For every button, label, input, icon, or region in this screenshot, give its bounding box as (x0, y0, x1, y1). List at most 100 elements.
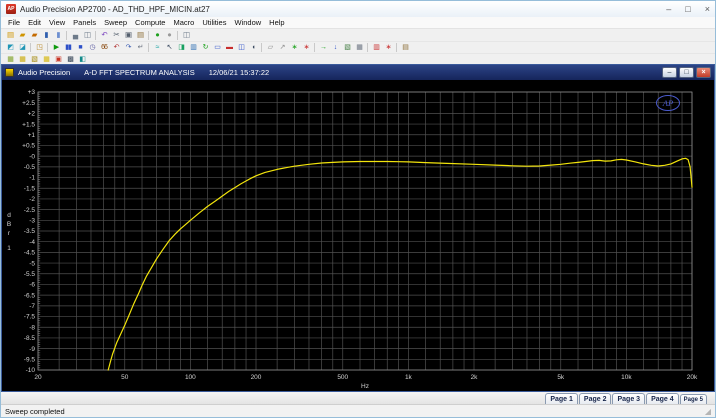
toolbar-row-2: ◩◪◳▶▮▮■◷66↶↷↵≈↖◨▥↻▭▬◫◖▱↗∗∗→↓▧▦▥∗▤ (1, 42, 715, 54)
settling-icon[interactable]: 66 (98, 43, 110, 53)
cursor-panel-icon[interactable]: ↖ (163, 43, 175, 53)
menu-edit[interactable]: Edit (24, 18, 45, 27)
sweep-stop-icon[interactable]: ■ (74, 43, 86, 53)
page-tab-page-4[interactable]: Page 4 (646, 393, 679, 404)
sweep-timer-icon[interactable]: ◷ (86, 43, 98, 53)
svg-text:2k: 2k (471, 374, 479, 381)
menu-macro[interactable]: Macro (169, 18, 198, 27)
svg-text:50: 50 (121, 374, 129, 381)
sweep-pause-icon[interactable]: ▮▮ (62, 43, 74, 53)
menu-utilities[interactable]: Utilities (198, 18, 230, 27)
menu-help[interactable]: Help (265, 18, 288, 27)
new-test-icon[interactable]: ▤ (4, 30, 16, 41)
sweep-page-panel-icon[interactable]: ▦ (4, 55, 16, 64)
undo-icon[interactable]: ↶ (98, 30, 110, 41)
chart-minimize-button[interactable]: – (662, 67, 677, 78)
graph-window-icon (5, 68, 14, 77)
sweep-start-icon[interactable]: ▶ (50, 43, 62, 53)
graph-panel-icon[interactable]: ▧ (341, 43, 353, 53)
menu-window[interactable]: Window (230, 18, 265, 27)
bargraph-yellow-panel-icon[interactable]: ▦ (16, 55, 28, 64)
menu-sweep[interactable]: Sweep (100, 18, 131, 27)
open-test-icon[interactable]: ▰ (16, 30, 28, 41)
chart-title-bar[interactable]: Audio Precision A-D FFT SPECTRUM ANALYSI… (2, 65, 714, 80)
svg-text:+2: +2 (28, 111, 36, 118)
toolbar-separator (66, 31, 67, 40)
chart-window: Audio Precision A-D FFT SPECTRUM ANALYSI… (1, 64, 715, 392)
regulation-icon[interactable]: ↶ (110, 43, 122, 53)
copy-icon[interactable]: ▣ (122, 30, 134, 41)
app-window: AP Audio Precision AP2700 - AD_THD_HPF_M… (0, 0, 716, 418)
close-button[interactable]: × (705, 5, 710, 14)
bargraph-panel-icon[interactable]: ▥ (370, 43, 382, 53)
mini-cursor-icon[interactable]: ↗ (276, 43, 288, 53)
status-bar: Sweep completed ◢ (1, 404, 715, 417)
data-editor-panel-icon[interactable]: ▧ (28, 55, 40, 64)
plot-area: +3+2.5+2+1.5+1+0.5-0-0.5-1-1.5-2-2.5-3-3… (2, 80, 714, 391)
marker-delete-icon[interactable]: ∗ (300, 43, 312, 53)
svg-text:+2.5: +2.5 (22, 100, 35, 107)
window-layout-icon[interactable]: ▦ (353, 43, 365, 53)
go-to-icon[interactable]: → (317, 43, 329, 53)
append-data-icon[interactable]: ↓ (329, 43, 341, 53)
analog-out-panel-icon[interactable]: ▬ (223, 43, 235, 53)
append-test-icon[interactable]: ▰ (28, 30, 40, 41)
toolbar-separator (314, 43, 315, 52)
svg-text:1: 1 (7, 245, 11, 252)
svg-text:1k: 1k (405, 374, 413, 381)
repeat-icon[interactable]: ↷ (122, 43, 134, 53)
save-test-icon[interactable]: ▮ (40, 30, 52, 41)
resize-grip[interactable]: ◢ (705, 407, 711, 416)
svg-text:+1: +1 (28, 132, 36, 139)
mini-scope-icon[interactable]: ▱ (264, 43, 276, 53)
svg-text:-5.5: -5.5 (24, 271, 36, 278)
svg-text:10k: 10k (621, 374, 632, 381)
print-preview-icon[interactable]: ◫ (81, 30, 93, 41)
digital-io-panel-icon[interactable]: ▭ (211, 43, 223, 53)
page-tab-page-1[interactable]: Page 1 (545, 393, 578, 404)
offline-icon[interactable]: ● (163, 30, 175, 41)
monitor-speaker-icon[interactable]: ◖ (247, 43, 259, 53)
svg-text:d: d (7, 212, 11, 219)
mdi-area: Audio Precision A-D FFT SPECTRUM ANALYSI… (1, 64, 715, 404)
status-text: Sweep completed (5, 407, 65, 416)
online-icon[interactable]: ● (151, 30, 163, 41)
minimize-button[interactable]: – (666, 5, 671, 14)
bargraph2-panel-icon[interactable]: ▦ (40, 55, 52, 64)
save-data-icon[interactable]: ▮ (52, 30, 64, 41)
test-browser-icon[interactable]: ◳ (33, 43, 45, 53)
meter-panel-icon[interactable]: ◨ (175, 43, 187, 53)
scope-panel-icon[interactable]: ≈ (151, 43, 163, 53)
menu-view[interactable]: View (45, 18, 69, 27)
display-panel-icon[interactable]: ◧ (76, 55, 88, 64)
chart-restore-button[interactable]: □ (679, 67, 694, 78)
status-bits-panel-icon[interactable]: ◫ (235, 43, 247, 53)
marker-add-icon[interactable]: ∗ (288, 43, 300, 53)
sync-panel-icon[interactable]: ↻ (199, 43, 211, 53)
svg-text:+0.5: +0.5 (22, 143, 35, 150)
svg-text:B: B (7, 221, 11, 228)
page-tab-page-3[interactable]: Page 3 (612, 393, 645, 404)
menu-compute[interactable]: Compute (131, 18, 169, 27)
svg-text:+3: +3 (28, 89, 36, 96)
failures-icon[interactable]: ∗ (382, 43, 394, 53)
chart-close-button[interactable]: × (696, 67, 711, 78)
title-bar[interactable]: AP Audio Precision AP2700 - AD_THD_HPF_M… (1, 1, 715, 17)
page-tab-page-5[interactable]: Page 5 (680, 394, 707, 404)
print-icon[interactable]: ▄ (69, 30, 81, 41)
halt-icon[interactable]: ↵ (134, 43, 146, 53)
settling-panel-icon[interactable]: ▩ (64, 55, 76, 64)
analog-generator-panel-icon[interactable]: ◪ (16, 43, 28, 53)
level-panel-icon[interactable]: ▥ (187, 43, 199, 53)
maximize-button[interactable]: □ (685, 5, 690, 14)
svg-text:-6: -6 (29, 282, 35, 289)
test-notes-icon[interactable]: ▤ (399, 43, 411, 53)
paste-icon[interactable]: ▤ (134, 30, 146, 41)
cut-icon[interactable]: ✂ (110, 30, 122, 41)
regulation-panel-icon[interactable]: ▣ (52, 55, 64, 64)
menu-file[interactable]: File (4, 18, 24, 27)
menu-panels[interactable]: Panels (69, 18, 100, 27)
page-tab-page-2[interactable]: Page 2 (579, 393, 612, 404)
analog-analyzer-panel-icon[interactable]: ◩ (4, 43, 16, 53)
panel-layout-icon[interactable]: ◫ (180, 30, 192, 41)
